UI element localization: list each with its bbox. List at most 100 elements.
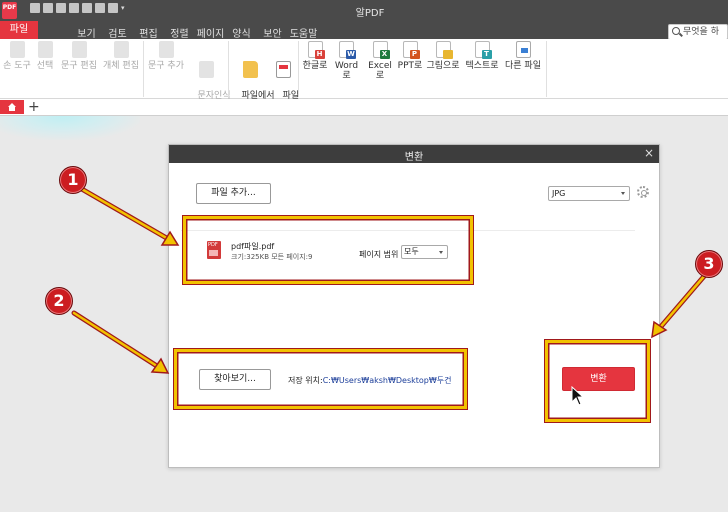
convert-excel-label: Excel로 xyxy=(368,61,392,81)
other-file-icon xyxy=(515,41,531,58)
convert-text-label: 텍스트로 xyxy=(465,61,499,71)
image-file-icon xyxy=(435,41,453,59)
convert-ppt-button[interactable]: P PPT로 xyxy=(397,41,423,71)
add-tab-button[interactable]: + xyxy=(28,99,40,115)
convert-image-button[interactable]: 그림으로 xyxy=(425,41,461,71)
convert-word-button[interactable]: W Word로 xyxy=(331,41,362,81)
convert-other-button[interactable]: 다른 파일 xyxy=(503,41,543,71)
hwp-badge: H xyxy=(314,50,325,59)
select-tool-label: 선택 xyxy=(36,61,54,71)
menu-item-arrange[interactable]: 정렬 xyxy=(164,25,195,40)
title-bar: PDF ▾ 알PDF xyxy=(0,0,728,24)
menu-items: 보기 검토 편집 정렬 페이지 양식 보안 도움말 xyxy=(40,25,319,40)
word-badge: W xyxy=(346,50,356,59)
convert-text-button[interactable]: T 텍스트로 xyxy=(463,41,501,71)
dialog-title: 변환 xyxy=(404,152,424,163)
select-tool-button[interactable]: 선택 xyxy=(34,41,56,71)
excel-file-icon: X xyxy=(372,41,390,59)
ppt-file-icon: P xyxy=(402,41,420,59)
select-icon xyxy=(37,41,53,58)
ribbon-toolbar: 손 도구 선택 문구 편집 개체 편집 문구 추가 문자인식 (OCR) 파일에… xyxy=(0,39,728,111)
annotation-badge-3: 3 xyxy=(695,250,723,278)
mouse-cursor-icon xyxy=(571,386,585,406)
open-folder-icon[interactable] xyxy=(30,3,40,13)
ribbon-divider xyxy=(143,41,144,97)
ppt-badge: P xyxy=(409,50,420,59)
app-logo[interactable]: PDF xyxy=(2,2,17,19)
ocr-icon xyxy=(198,61,214,78)
convert-word-label: Word로 xyxy=(334,61,359,81)
print-icon[interactable] xyxy=(69,3,79,13)
quick-access-toolbar: ▾ xyxy=(30,3,125,13)
menu-item-view[interactable]: 보기 xyxy=(71,25,102,40)
arrow-1-line xyxy=(77,185,173,243)
gear-icon[interactable] xyxy=(637,186,649,198)
undo-icon[interactable] xyxy=(82,3,92,13)
excel-badge: X xyxy=(379,50,390,59)
search-input[interactable]: 무엇을 하시 xyxy=(668,24,728,51)
workspace-glow xyxy=(0,116,140,140)
hand-tool-button[interactable]: 손 도구 xyxy=(2,41,32,71)
add-text-button[interactable]: 문구 추가 xyxy=(146,41,186,71)
add-text-label: 문구 추가 xyxy=(148,61,184,71)
format-value: JPG xyxy=(552,189,566,198)
dialog-header: 변환 × xyxy=(169,145,659,163)
close-icon[interactable]: × xyxy=(644,146,654,160)
edit-text-icon xyxy=(71,41,87,58)
arrow-1-line xyxy=(78,186,172,242)
document-settings-icon[interactable] xyxy=(108,3,118,13)
convert-other-label: 다른 파일 xyxy=(505,61,541,71)
convert-hwp-button[interactable]: H 한글로 xyxy=(300,41,330,71)
menu-item-home[interactable] xyxy=(40,25,71,40)
merge-icon xyxy=(275,61,291,78)
convert-hwp-label: 한글로 xyxy=(302,61,328,71)
edit-object-label: 개체 편집 xyxy=(103,61,139,71)
menu-item-review[interactable]: 검토 xyxy=(102,25,133,40)
menu-item-security[interactable]: 보안 xyxy=(257,25,288,40)
image-badge xyxy=(442,50,453,59)
add-file-button[interactable]: 파일 추가... xyxy=(196,183,271,204)
hwp-file-icon: H xyxy=(307,41,325,59)
edit-object-button[interactable]: 개체 편집 xyxy=(101,41,141,71)
menu-file[interactable]: 파일 xyxy=(0,21,38,39)
menu-bar: 파일 보기 검토 편집 정렬 페이지 양식 보안 도움말 xyxy=(0,21,728,40)
convert-image-label: 그림으로 xyxy=(426,61,460,71)
word-file-icon: W xyxy=(339,41,356,59)
edit-text-button[interactable]: 문구 편집 xyxy=(59,41,99,71)
folder-icon xyxy=(242,61,258,78)
chevron-down-icon[interactable]: ▾ xyxy=(121,3,125,13)
format-select[interactable]: JPG xyxy=(548,186,630,201)
ribbon-divider xyxy=(228,41,229,97)
convert-ppt-label: PPT로 xyxy=(397,61,423,71)
edit-text-label: 문구 편집 xyxy=(61,61,97,71)
save-icon[interactable] xyxy=(43,3,53,13)
hand-tool-label: 손 도구 xyxy=(3,61,31,71)
annotation-badge-2: 2 xyxy=(45,287,73,315)
arrow-3-line xyxy=(655,271,709,333)
arrow-2-line xyxy=(71,310,163,371)
ribbon-divider xyxy=(546,41,547,97)
tab-home[interactable] xyxy=(0,100,24,114)
menu-item-form[interactable]: 양식 xyxy=(226,25,257,40)
highlight-box-convert xyxy=(544,339,651,423)
menu-item-edit[interactable]: 편집 xyxy=(133,25,164,40)
edit-object-icon xyxy=(113,41,129,58)
search-icon xyxy=(672,27,680,35)
arrow-3-line xyxy=(656,272,708,332)
arrow-2-line xyxy=(72,311,162,370)
document-tab-bar: + xyxy=(0,99,728,116)
menu-item-help[interactable]: 도움말 xyxy=(288,25,319,40)
highlight-box-file xyxy=(182,215,474,285)
hand-icon xyxy=(9,41,25,58)
text-badge: T xyxy=(481,50,492,59)
text-file-icon: T xyxy=(474,41,492,59)
redo-icon[interactable] xyxy=(95,3,105,13)
home-icon xyxy=(8,103,16,111)
save-as-icon[interactable] xyxy=(56,3,66,13)
annotation-badge-1: 1 xyxy=(59,166,87,194)
chevron-down-icon xyxy=(621,192,625,195)
highlight-box-save xyxy=(173,348,468,410)
menu-item-page[interactable]: 페이지 xyxy=(195,25,226,40)
arrow-2-head xyxy=(150,357,170,374)
convert-excel-button[interactable]: X Excel로 xyxy=(364,41,396,81)
